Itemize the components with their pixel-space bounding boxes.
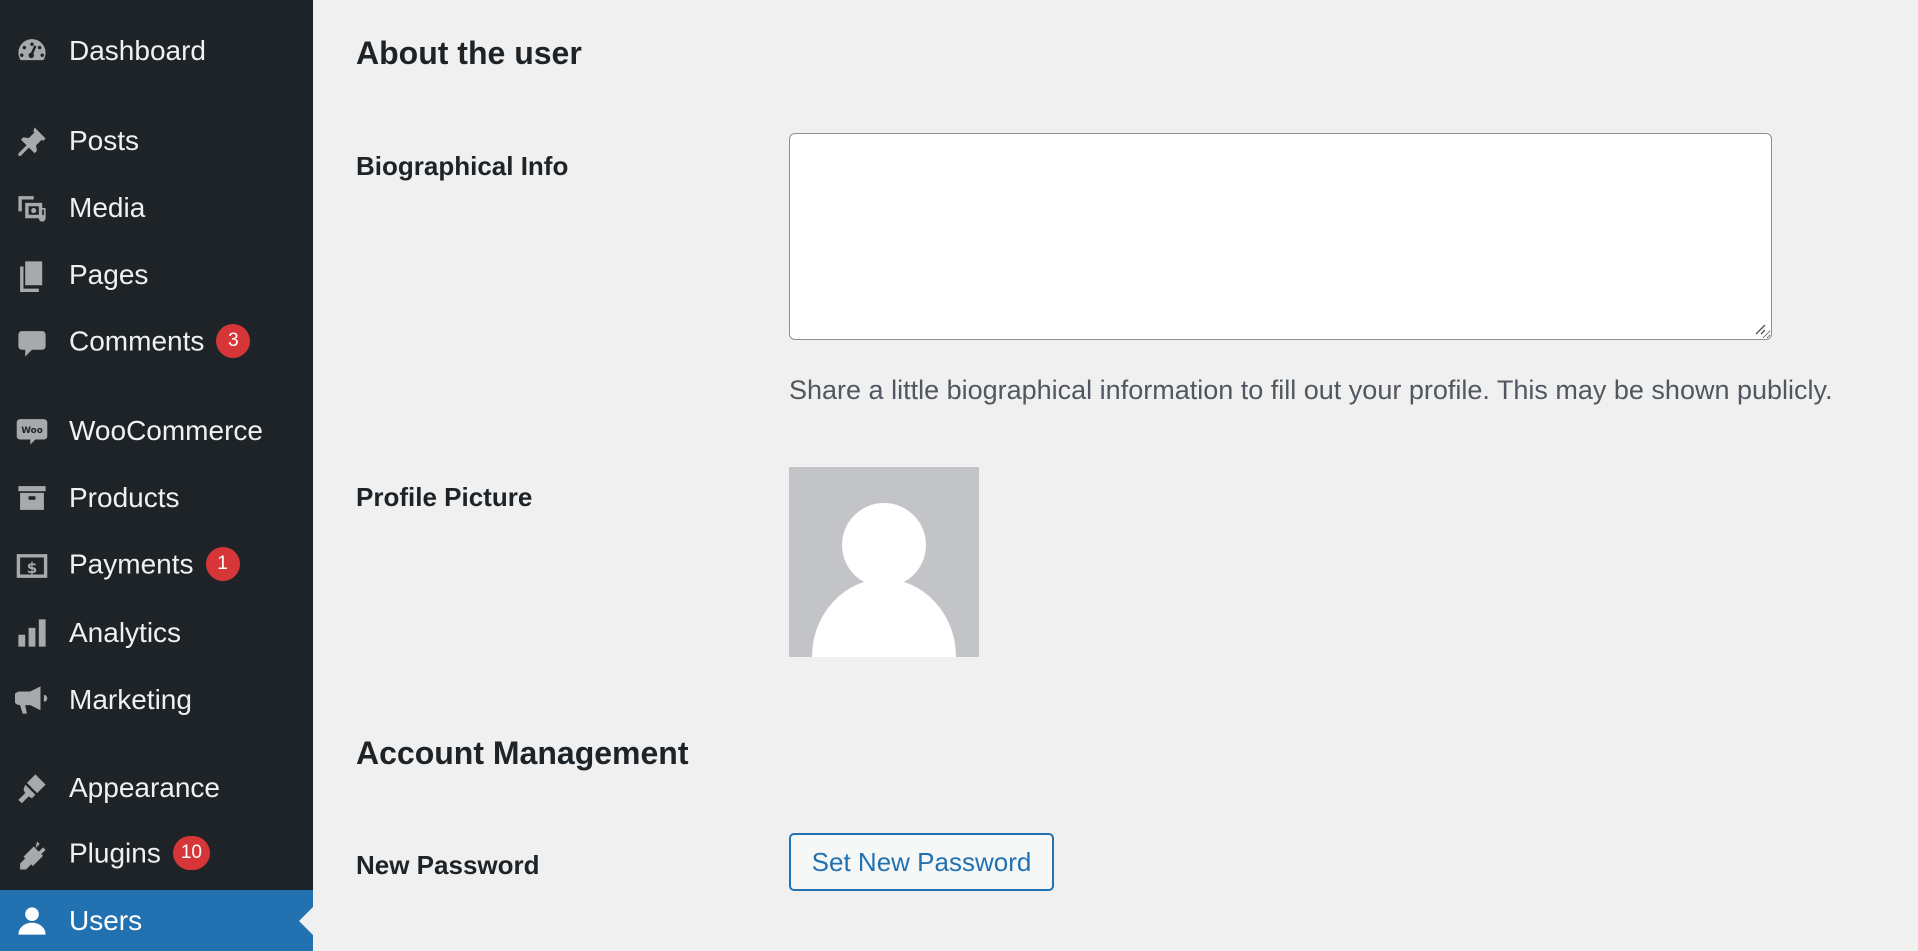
resize-handle-icon[interactable] (1752, 321, 1766, 335)
sidebar-item-label: Appearance (69, 772, 221, 803)
sidebar-item-label: WooCommerce (69, 415, 263, 446)
about-section-title: About the user (356, 35, 582, 71)
set-new-password-button[interactable]: Set New Password (789, 833, 1054, 891)
main-content: About the user Biographical Info Share a… (313, 0, 1918, 951)
sidebar-item-label: Media (69, 192, 146, 223)
dollar-icon: $ (14, 548, 50, 584)
sidebar-item-comments[interactable]: Comments 3 (0, 314, 313, 372)
biographical-info-textarea[interactable] (789, 133, 1772, 340)
comment-icon (14, 325, 50, 361)
admin-sidebar: Dashboard Posts Media Pages Comments 3 W… (0, 0, 313, 951)
comments-count-badge: 3 (216, 324, 251, 358)
sidebar-item-label: Payments 1 (69, 547, 240, 583)
sidebar-item-analytics[interactable]: Analytics (0, 604, 313, 662)
dashboard-icon (14, 33, 50, 69)
payments-count-badge: 1 (205, 547, 240, 581)
sidebar-item-pages[interactable]: Pages (0, 246, 313, 304)
user-icon (14, 903, 50, 939)
megaphone-icon (14, 682, 50, 718)
wp-admin-screen: Dashboard Posts Media Pages Comments 3 W… (0, 0, 1918, 951)
profile-picture-label: Profile Picture (356, 482, 533, 512)
sidebar-item-label: Analytics (69, 617, 182, 648)
sidebar-item-products[interactable]: Products (0, 469, 313, 527)
account-section-title: Account Management (356, 735, 689, 771)
plug-icon (14, 837, 50, 873)
sidebar-item-label: Users (69, 904, 143, 936)
biographical-info-help: Share a little biographical information … (789, 375, 1833, 405)
paintbrush-icon (14, 770, 50, 806)
sidebar-item-plugins[interactable]: Plugins 10 (0, 826, 313, 884)
sidebar-item-label: Products (69, 482, 180, 513)
sidebar-item-label: Plugins 10 (69, 836, 210, 872)
default-avatar-icon (812, 503, 956, 657)
svg-text:$: $ (27, 559, 38, 577)
sidebar-item-label: Pages (69, 259, 149, 290)
sidebar-item-marketing[interactable]: Marketing (0, 671, 313, 729)
sidebar-item-media[interactable]: Media (0, 179, 313, 237)
woo-icon: Woo (14, 413, 50, 449)
sidebar-item-label: Marketing (69, 684, 192, 715)
sidebar-item-posts[interactable]: Posts (0, 112, 313, 170)
media-icon (14, 190, 50, 226)
sidebar-item-payments[interactable]: $ Payments 1 (0, 537, 313, 595)
sidebar-item-users[interactable]: Users (0, 890, 313, 951)
pages-icon (14, 257, 50, 293)
svg-text:Woo: Woo (21, 426, 43, 436)
sidebar-item-appearance[interactable]: Appearance (0, 759, 313, 817)
pin-icon (14, 123, 50, 159)
sidebar-item-label: Posts (69, 125, 140, 156)
sidebar-item-dashboard[interactable]: Dashboard (0, 22, 313, 80)
new-password-label: New Password (356, 850, 540, 880)
biographical-info-label: Biographical Info (356, 151, 569, 181)
sidebar-item-label: Dashboard (69, 35, 206, 66)
bar-chart-icon (14, 615, 50, 651)
sidebar-item-woocommerce[interactable]: Woo WooCommerce (0, 402, 313, 460)
archive-icon (14, 480, 50, 516)
sidebar-item-label: Comments 3 (69, 324, 251, 360)
plugins-count-badge: 10 (172, 836, 210, 870)
profile-picture-avatar (789, 467, 979, 657)
